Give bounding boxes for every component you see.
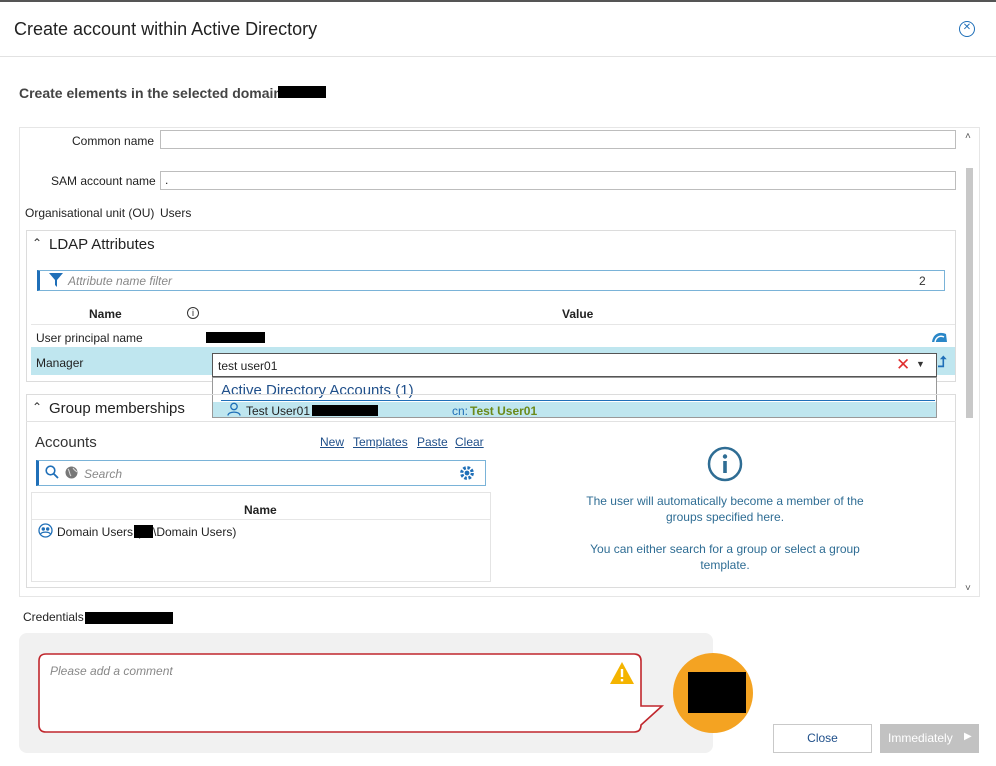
info-small-icon: i [187,307,199,319]
chevron-up-icon[interactable]: ⌃ [32,236,42,250]
domain-subtitle: Create elements in the selected domain: [19,85,287,101]
chevron-up-icon-groups[interactable]: ⌃ [32,400,42,414]
immediately-label: Immediately [888,731,953,745]
sam-account-input[interactable]: . [160,171,956,190]
eraser-icon[interactable] [931,330,948,343]
redacted-upn [206,332,265,343]
filter-icon [49,273,63,287]
groups-grid-divider [32,519,490,520]
paste-link[interactable]: Paste [417,435,448,449]
close-button[interactable]: Close [773,724,872,753]
group-item-suffix[interactable]: \Domain Users) [153,525,236,539]
redacted-group-domain [134,525,153,538]
dialog-title: Create account within Active Directory [14,19,318,39]
ldap-col-name: Name [89,307,122,321]
common-name-label: Common name [72,134,155,148]
redacted-avatar [688,672,746,713]
accounts-label: Accounts [35,434,97,451]
groups-col-name: Name [244,503,277,517]
ou-value: Users [160,206,192,220]
upload-arrow-icon[interactable]: ⮥ [938,354,947,371]
ldap-col-value: Value [562,307,594,321]
clear-link[interactable]: Clear [455,435,484,449]
common-name-input[interactable] [160,130,956,149]
sam-account-label: SAM account name [51,174,156,188]
close-icon[interactable]: ✕ [959,21,975,37]
ou-label: Organisational unit (OU) [25,206,155,220]
groups-divider [26,421,956,422]
upn-label: User principal name [36,331,143,345]
redacted-domain [278,86,326,98]
scrollbar-thumb[interactable] [966,168,973,418]
manager-label: Manager [36,356,84,370]
clear-x-icon[interactable]: ✕ [896,355,910,375]
info-line-2: groups specified here. [665,510,785,524]
info-line-4: template. [700,558,750,572]
info-line-3: You can either search for a group or sel… [590,542,860,556]
globe-icon[interactable] [65,466,78,479]
scroll-down-icon[interactable]: ˅ [965,583,971,594]
search-placeholder: Search [84,467,123,481]
group-item-prefix[interactable]: Domain Users ( [57,525,140,539]
group-icon [38,523,53,538]
filter-count: 2 [919,274,926,288]
manager-input-text[interactable]: test user01 [218,359,277,373]
play-arrow-icon: ▶ [964,731,972,742]
redacted-credentials [85,612,173,624]
templates-link[interactable]: Templates [353,435,408,449]
filter-placeholder: Attribute name filter [68,274,173,288]
ldap-title[interactable]: LDAP Attributes [49,236,155,253]
groups-title[interactable]: Group memberships [49,400,185,417]
dropdown-arrow-icon[interactable]: ▼ [916,359,925,369]
comment-placeholder[interactable]: Please add a comment [50,664,173,678]
credentials-label: Credentials [23,610,84,624]
ldap-header-divider [31,324,955,325]
header-divider [0,56,996,57]
search-icon [45,465,59,479]
info-icon [707,446,743,482]
manager-combobox[interactable] [212,353,937,377]
attribute-filter-input[interactable] [37,270,945,291]
window-top-border [0,0,996,2]
new-link[interactable]: New [320,435,344,449]
scroll-up-icon[interactable]: ˄ [965,131,971,142]
info-line-1: The user will automatically become a mem… [586,494,864,508]
gear-icon[interactable] [458,464,476,482]
warning-icon [610,662,634,684]
